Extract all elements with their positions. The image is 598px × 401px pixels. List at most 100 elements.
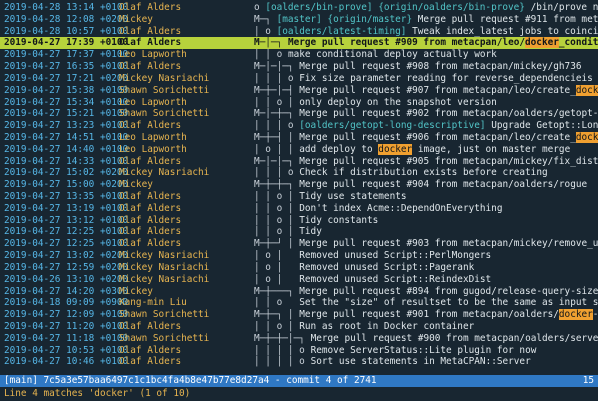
commit-row[interactable]: 2019-04-27 12:25 +0100 Olaf Alders M─┼─┘ │… (0, 238, 598, 250)
commit-message-text: Merge pull request #901 from metacpan/oa… (299, 309, 559, 321)
commit-row[interactable]: 2019-04-27 10:46 +0100 Olaf Alders │ │ │ │… (0, 356, 598, 368)
commit-date: 2019-04-27 15:00 +0200 (4, 179, 129, 191)
search-highlight: docker (378, 143, 413, 155)
commit-message-rest: image, just on master merge (412, 143, 571, 155)
commit-date: 2019-04-18 09:09 +0900 (4, 297, 129, 309)
commit-author: Olaf Alders (119, 120, 182, 132)
commit-refs: [oalders/bin-prove] {origin/oalders/bin-… (265, 2, 525, 13)
commit-message: Sort use statements in MetaCPAN::Server (311, 356, 531, 368)
commit-graph: M─│─┐ (254, 37, 283, 49)
commit-row[interactable]: 2019-04-27 16:35 +0100 Olaf Alders M─│─│─┐… (0, 61, 598, 73)
commit-graph: M─┼─┐ │ (254, 309, 294, 321)
commit-row[interactable]: 2019-04-27 11:20 +0100 Olaf Alders │ │ o │… (0, 321, 598, 333)
commit-date: 2019-04-27 13:19 +0100 (4, 202, 129, 214)
commit-row[interactable]: 2019-04-27 14:20 +0300 Mickey M─┼───┐ Merge… (0, 286, 598, 298)
commit-log[interactable]: 2019-04-28 13:14 +0100 Olaf Alders o [oalde… (0, 2, 598, 368)
commit-date: 2019-04-27 17:21 +0200 (4, 72, 129, 84)
commit-row[interactable]: 2019-04-28 12:08 +0200 Mickey M─┐ [master] … (0, 14, 598, 26)
commit-row[interactable]: 2019-04-27 12:59 +0200 Mickey Nasriachi │ … (0, 262, 598, 274)
commit-message: Merge pull request #906 from metacpan/le… (299, 131, 598, 144)
commit-date: 2019-04-27 16:35 +0100 (4, 61, 129, 73)
commit-message-text: Removed unused Script::PerlMongers (299, 250, 492, 262)
commit-message: Merge pull request #907 from metacpan/le… (299, 84, 598, 97)
commit-author: Mickey (119, 13, 153, 25)
commit-message-text: Fix size parameter reading for reverse_d… (299, 72, 598, 84)
commit-row[interactable]: 2019-04-27 13:12 +0100 Olaf Alders │ │ o │… (0, 215, 598, 227)
commit-graph: M─│─│─┐ (254, 155, 294, 167)
commit-graph: M─┼─┼─┐ (254, 179, 294, 191)
commit-row[interactable]: 2019-04-27 14:33 +0100 Olaf Alders M─│─│─┐… (0, 156, 598, 168)
commit-message: Merge pull request #894 from gugod/relea… (299, 286, 598, 298)
commit-date: 2019-04-27 15:21 +0100 (4, 108, 129, 120)
commit-message: Merge pull request #909 from metacpan/le… (288, 37, 598, 49)
commit-message: add deploy to docker image, just on mast… (299, 143, 571, 156)
commit-message-text: Merge pull request #908 from metacpan/mi… (299, 61, 582, 73)
commit-row[interactable]: 2019-04-27 15:38 +0100 Shawn Sorichetti M─… (0, 84, 598, 97)
commit-row[interactable]: 2019-04-27 13:19 +0100 Olaf Alders │ │ o │… (0, 203, 598, 215)
commit-row[interactable]: 2019-04-27 14:51 +0100 Leo Lapworth M─┼─┤ … (0, 131, 598, 144)
commit-message: Remove ServerStatus::Lite plugin for now (311, 345, 537, 357)
commit-graph: │ │ o (254, 297, 283, 309)
commit-graph: │ │ o (254, 49, 283, 61)
commit-graph: │ o │ │ (254, 143, 294, 155)
commit-row[interactable]: 2019-04-27 13:35 +0100 Olaf Alders │ │ o │… (0, 191, 598, 203)
commit-row[interactable]: 2019-04-27 13:23 +0100 Olaf Alders │ │ │ o… (0, 120, 598, 132)
commit-author: Kang-min Liu (119, 297, 187, 309)
commit-message-text: Remove ServerStatus::Lite plugin for now (310, 344, 537, 356)
commit-author: Shawn Sorichetti (119, 332, 210, 344)
commit-message: Removed unused Script::Pagerank (299, 262, 474, 274)
commit-author: Olaf Alders (119, 37, 182, 49)
commit-author: Olaf Alders (119, 202, 182, 214)
commit-graph: │ │ │ │ o (254, 356, 305, 368)
commit-date: 2019-04-27 15:34 +0100 (4, 96, 129, 108)
commit-message-text: Don't index Acme::DependOnEverything (299, 202, 503, 214)
commit-message: [master] {origin/master} Merge pull requ… (277, 14, 598, 26)
commit-row[interactable]: 2019-04-28 10:57 +0100 Olaf Alders │ o [oal… (0, 26, 598, 38)
commit-graph: │ │ o │ (254, 202, 294, 214)
commit-date: 2019-04-27 14:51 +0100 (4, 131, 129, 143)
commit-row[interactable]: 2019-04-26 13:10 +0200 Mickey Nasriachi │ … (0, 274, 598, 286)
commit-row[interactable]: 2019-04-18 09:09 +0900 Kang-min Liu │ │ o S… (0, 297, 598, 309)
commit-date: 2019-04-28 12:08 +0200 (4, 13, 129, 25)
commit-author: Leo Lapworth (119, 131, 187, 143)
commit-date: 2019-04-27 13:12 +0100 (4, 214, 129, 226)
commit-row[interactable]: 2019-04-27 12:25 +0100 Olaf Alders │ │ o │… (0, 226, 598, 238)
commit-row[interactable]: 2019-04-27 17:37 +0100 Leo Lapworth │ │ o m… (0, 49, 598, 61)
commit-message: Don't index Acme::DependOnEverything (299, 203, 502, 215)
commit-message-text: Merge pull request #903 from metacpan/mi… (299, 238, 598, 250)
commit-row[interactable]: 2019-04-27 15:34 +0100 Leo Lapworth │ │ o … (0, 97, 598, 109)
commit-row[interactable]: 2019-04-27 15:21 +0100 Shawn Sorichetti M─… (0, 108, 598, 120)
commit-row[interactable]: 2019-04-27 17:39 +0100 Olaf Alders M─│─┐ Me… (0, 37, 598, 50)
commit-message-text: Tidy (299, 226, 322, 238)
search-highlight: docker (575, 131, 598, 143)
commit-author: Mickey Nasriachi (119, 250, 210, 262)
commit-message-text: make conditional deploy actually work (287, 49, 497, 61)
commit-message-text: Merge pull request #909 from metacpan/le… (287, 37, 526, 49)
commit-message: Removed unused Script::PerlMongers (299, 250, 491, 262)
commit-author: Mickey (119, 179, 153, 191)
commit-row[interactable]: 2019-04-27 15:00 +0200 Mickey M─┼─┼─┐ Merge… (0, 179, 598, 191)
commit-message: Tidy constants (299, 215, 378, 227)
commit-row[interactable]: 2019-04-28 13:14 +0100 Olaf Alders o [oalde… (0, 2, 598, 14)
commit-message-text: Tidy use statements (299, 191, 407, 202)
commit-author: Olaf Alders (119, 226, 182, 238)
commit-row[interactable]: 2019-04-27 15:02 +0200 Mickey Nasriachi │ … (0, 167, 598, 179)
status-bar: [main] 7c5a3e57baa6497c1c1bc4fa4b8e47b77… (0, 375, 598, 387)
commit-row[interactable]: 2019-04-27 14:40 +0100 Leo Lapworth │ o │ … (0, 143, 598, 156)
commit-message: Merge pull request #902 from metacpan/oa… (299, 108, 598, 120)
commit-row[interactable]: 2019-04-27 10:53 +0100 Olaf Alders │ │ │ │… (0, 345, 598, 357)
commit-message: Tidy (299, 226, 322, 238)
commit-row[interactable]: 2019-04-27 11:18 +0100 Shawn Sorichetti M─… (0, 333, 598, 345)
commit-graph: │ │ │ o (254, 120, 294, 132)
commit-row[interactable]: 2019-04-27 13:02 +0200 Mickey Nasriachi │ … (0, 250, 598, 262)
commit-author: Mickey Nasriachi (119, 72, 210, 84)
commit-message-text: Tidy constants (299, 214, 379, 226)
commit-message-text: Merge pull request #904 from metacpan/oa… (299, 179, 588, 191)
commit-graph: o (254, 2, 260, 13)
commit-graph: │ o │ (254, 273, 283, 285)
commit-graph: │ │ o │ (254, 96, 294, 108)
commit-row[interactable]: 2019-04-27 12:09 +0100 Shawn Sorichetti M─… (0, 309, 598, 321)
commit-message: Run as root in Docker container (299, 321, 474, 333)
commit-date: 2019-04-26 13:10 +0200 (4, 273, 129, 285)
commit-row[interactable]: 2019-04-27 17:21 +0200 Mickey Nasriachi │ … (0, 73, 598, 85)
